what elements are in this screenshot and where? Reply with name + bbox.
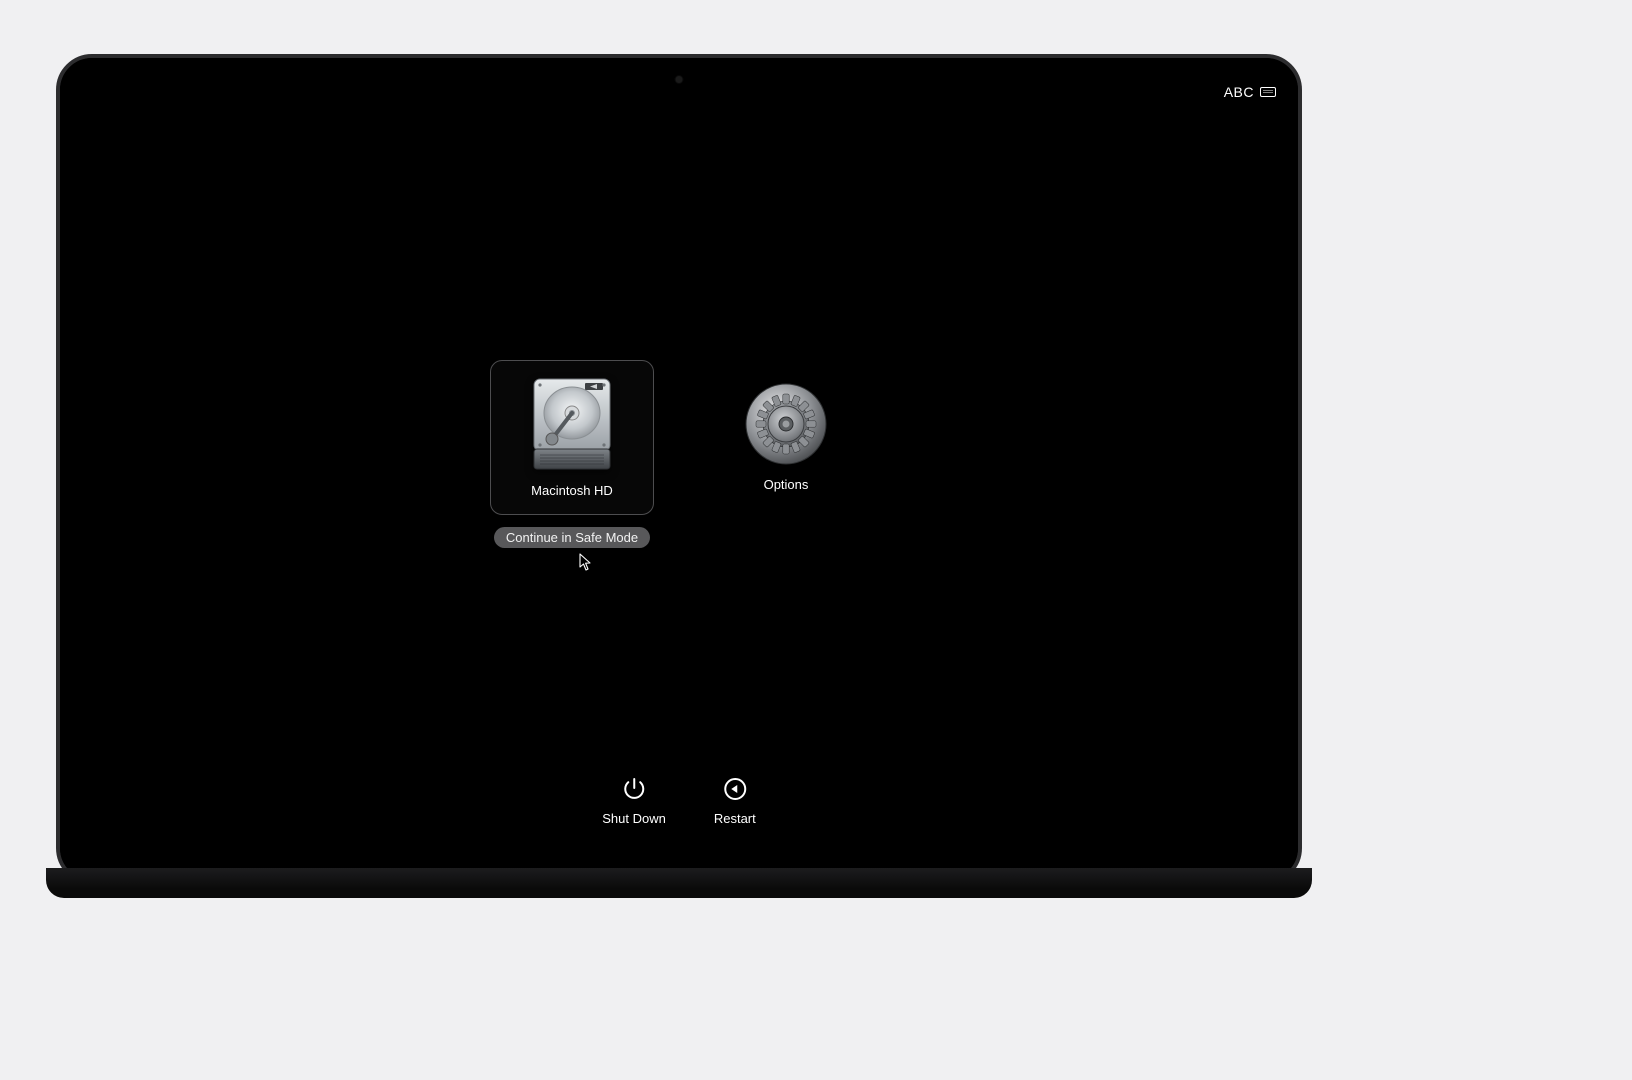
restart-icon — [722, 776, 748, 802]
boot-option-options[interactable]: Options — [704, 360, 868, 515]
restart-label: Restart — [714, 811, 756, 826]
input-source-label[interactable]: ABC — [1224, 84, 1254, 100]
camera-icon — [676, 76, 683, 83]
harddrive-icon — [530, 377, 614, 471]
boot-tile[interactable]: Options — [704, 360, 868, 515]
cursor-icon — [579, 553, 593, 571]
boot-tile-selected[interactable]: Macintosh HD — [490, 360, 654, 515]
shutdown-button[interactable]: Shut Down — [602, 776, 666, 826]
boot-option-label: Options — [764, 477, 809, 492]
boot-screen: ABC — [60, 58, 1298, 880]
boot-option-label: Macintosh HD — [531, 483, 613, 498]
restart-button[interactable]: Restart — [714, 776, 756, 826]
keyboard-icon[interactable] — [1260, 87, 1276, 97]
boot-options-row: Macintosh HD Continue in Safe Mode — [490, 360, 868, 548]
status-bar: ABC — [1224, 84, 1276, 100]
boot-option-macintosh-hd[interactable]: Macintosh HD Continue in Safe Mode — [490, 360, 654, 548]
shutdown-label: Shut Down — [602, 811, 666, 826]
gear-icon — [745, 383, 827, 465]
bottom-actions: Shut Down Restart — [602, 776, 756, 826]
laptop-frame: ABC — [56, 54, 1302, 884]
power-icon — [621, 776, 647, 802]
continue-safe-mode-button[interactable]: Continue in Safe Mode — [494, 527, 650, 548]
laptop-base — [46, 868, 1312, 898]
